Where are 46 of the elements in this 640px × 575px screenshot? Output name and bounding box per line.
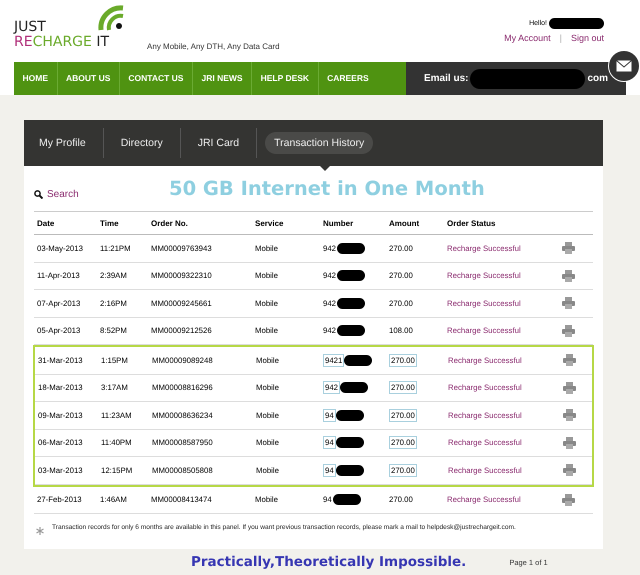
redaction-mark bbox=[337, 325, 366, 336]
search-icon bbox=[34, 190, 43, 199]
email-label: Email us: bbox=[424, 73, 468, 84]
printer-icon[interactable] bbox=[563, 354, 576, 366]
tab[interactable]: Directory bbox=[112, 132, 172, 154]
redaction-mark bbox=[336, 464, 364, 476]
mail-icon[interactable] bbox=[608, 50, 640, 82]
column-header: Order No. bbox=[150, 218, 189, 228]
redaction-mark bbox=[336, 410, 364, 421]
email-domain: com bbox=[587, 73, 608, 84]
column-header: Number bbox=[322, 218, 354, 228]
redaction-mark bbox=[332, 494, 361, 506]
printer-icon[interactable] bbox=[562, 494, 575, 506]
printer-icon[interactable] bbox=[562, 242, 575, 254]
column-header: Time bbox=[99, 218, 120, 228]
printer-icon[interactable] bbox=[563, 409, 576, 422]
redaction-mark bbox=[549, 18, 604, 29]
column-header: Order Status bbox=[446, 218, 496, 228]
separator: | bbox=[560, 33, 562, 43]
redaction-mark bbox=[337, 270, 366, 282]
column-header: Date bbox=[36, 218, 56, 228]
sign-out-link[interactable]: Sign out bbox=[570, 33, 604, 43]
column-header: Service bbox=[254, 218, 284, 228]
printer-icon[interactable] bbox=[562, 324, 575, 337]
tagline: Any Mobile, Any DTH, Any Data Card bbox=[147, 42, 280, 51]
printer-icon[interactable] bbox=[562, 297, 575, 310]
logo-text: JUST RECHARGE IT bbox=[14, 20, 110, 50]
search-link[interactable]: Search bbox=[34, 177, 169, 200]
tab[interactable]: JRI Card bbox=[188, 132, 248, 154]
redaction-mark bbox=[336, 437, 364, 448]
printer-icon[interactable] bbox=[563, 464, 576, 476]
printer-icon[interactable] bbox=[563, 382, 576, 394]
tab[interactable]: Transaction History bbox=[265, 132, 374, 154]
caption: Practically,Theoretically Impossible. bbox=[191, 554, 466, 570]
tab[interactable]: My Profile bbox=[30, 132, 95, 154]
redaction-mark bbox=[344, 354, 372, 366]
headline: 50 GB Internet in One Month bbox=[169, 177, 485, 200]
redaction-mark bbox=[337, 298, 366, 309]
redaction-mark bbox=[337, 242, 366, 254]
redaction-mark bbox=[340, 382, 368, 394]
nav-link[interactable]: CAREERS bbox=[318, 62, 378, 95]
my-account-link[interactable]: My Account bbox=[504, 33, 551, 43]
asterisk-icon bbox=[36, 527, 44, 535]
printer-icon[interactable] bbox=[563, 436, 576, 449]
printer-icon[interactable] bbox=[562, 270, 575, 282]
column-header: Amount bbox=[388, 218, 420, 228]
